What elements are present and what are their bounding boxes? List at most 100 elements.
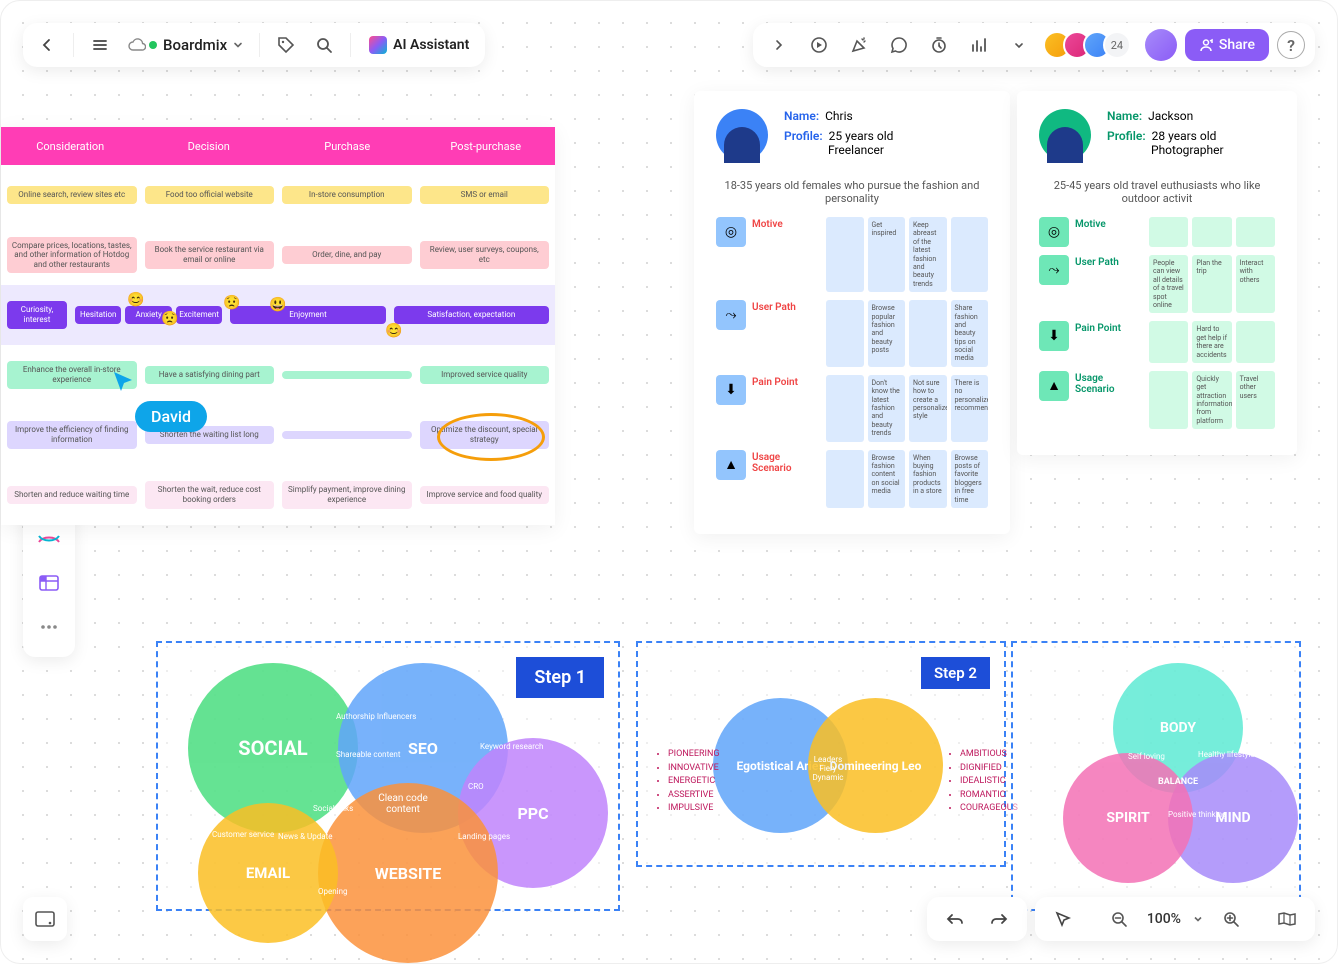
ai-logo-icon bbox=[369, 36, 387, 54]
persona-note[interactable] bbox=[951, 217, 989, 292]
persona-note[interactable]: Plan the trip bbox=[1192, 255, 1231, 313]
more-tools[interactable] bbox=[29, 607, 69, 647]
section-label: User Path bbox=[1075, 255, 1143, 313]
zoom-value[interactable]: 100% bbox=[1147, 911, 1181, 927]
layers-button[interactable] bbox=[23, 897, 67, 941]
tag-button[interactable] bbox=[270, 29, 302, 61]
journey-cell[interactable]: Order, dine, and pay bbox=[282, 246, 412, 264]
journey-cell[interactable] bbox=[282, 431, 412, 439]
journey-cell[interactable]: Enjoyment bbox=[230, 306, 385, 324]
venn-label: News & Update bbox=[278, 833, 332, 842]
persona-note[interactable]: Quickly get attraction information from … bbox=[1192, 371, 1231, 429]
timer-button[interactable] bbox=[923, 29, 955, 61]
journey-cell[interactable]: Compare prices, locations, tastes, and o… bbox=[7, 237, 137, 274]
chart-button[interactable] bbox=[963, 29, 995, 61]
journey-cell[interactable]: Shorten and reduce waiting time bbox=[7, 486, 137, 504]
section-icon: ▲ bbox=[716, 450, 746, 480]
persona-note[interactable]: Hard to get help if there are accidents bbox=[1192, 321, 1231, 363]
persona-note[interactable] bbox=[1236, 321, 1275, 363]
journey-cell[interactable]: Curiosity, interest bbox=[7, 301, 67, 328]
journey-cell[interactable]: Improved service quality bbox=[420, 366, 550, 384]
back-button[interactable] bbox=[31, 29, 63, 61]
persona-note[interactable]: Share fashion and beauty tips on social … bbox=[951, 300, 989, 367]
persona-note[interactable] bbox=[1192, 217, 1231, 247]
persona-note[interactable] bbox=[826, 300, 864, 367]
journey-cell[interactable]: Satisfaction, expectation bbox=[394, 306, 549, 324]
persona-note[interactable]: Travel other users bbox=[1236, 371, 1275, 429]
menu-button[interactable] bbox=[84, 29, 116, 61]
persona-note[interactable] bbox=[1149, 321, 1188, 363]
persona-note[interactable] bbox=[826, 450, 864, 508]
venn-circle[interactable]: EMAIL bbox=[198, 803, 338, 943]
journey-cell[interactable]: Food too official website bbox=[145, 186, 275, 204]
help-button[interactable]: ? bbox=[1277, 31, 1305, 59]
table-tool[interactable] bbox=[29, 563, 69, 603]
journey-cell[interactable] bbox=[282, 371, 412, 379]
persona-note[interactable]: Browse fashion content on social media bbox=[868, 450, 906, 508]
celebrate-button[interactable] bbox=[843, 29, 875, 61]
persona-description: 25-45 years old travel euthusiasts who l… bbox=[1039, 179, 1275, 205]
search-button[interactable] bbox=[308, 29, 340, 61]
venn-frame-1[interactable]: Step 1 SOCIAL SEO PPC WEBSITE EMAIL Clea… bbox=[156, 641, 620, 911]
zoom-out-button[interactable] bbox=[1103, 903, 1135, 935]
venn-label: Clean code content bbox=[373, 793, 433, 815]
journey-cell[interactable]: Review, user surveys, coupons, etc bbox=[420, 241, 550, 268]
venn-frame-3[interactable]: BODY MIND SPIRIT BALANCE Self loving Hea… bbox=[1011, 641, 1301, 911]
persona-note[interactable]: When buying fashion products in a store bbox=[909, 450, 947, 508]
pointer-tool[interactable] bbox=[1047, 903, 1079, 935]
journey-map[interactable]: Consideration Decision Purchase Post-pur… bbox=[1, 127, 555, 525]
persona-description: 18-35 years old females who pursue the f… bbox=[716, 179, 988, 205]
journey-cell[interactable]: In-store consumption bbox=[282, 186, 412, 204]
profile-avatar[interactable] bbox=[1145, 29, 1177, 61]
persona-note[interactable] bbox=[826, 217, 864, 292]
journey-cell[interactable]: SMS or email bbox=[420, 186, 550, 204]
persona-note[interactable]: Get inspired bbox=[868, 217, 906, 292]
collaborators[interactable]: 24 bbox=[1051, 31, 1131, 59]
more-tools-button[interactable] bbox=[1003, 29, 1035, 61]
persona-card[interactable]: Name:Jackson Profile:28 years old Photog… bbox=[1017, 91, 1297, 455]
persona-note[interactable]: Not sure how to create a personalized st… bbox=[909, 375, 947, 442]
persona-note[interactable]: Browse posts of favorite bloggers in fre… bbox=[951, 450, 989, 508]
chevron-right-button[interactable] bbox=[763, 29, 795, 61]
venn-list-item: ASSERTIVE bbox=[668, 789, 720, 803]
persona-note[interactable]: Keep abreast of the latest fashion and b… bbox=[909, 217, 947, 292]
chevron-down-icon bbox=[233, 40, 243, 50]
persona-note[interactable]: People can view all details of a travel … bbox=[1149, 255, 1188, 313]
field-label: Name: bbox=[1107, 109, 1142, 123]
persona-note[interactable] bbox=[826, 375, 864, 442]
venn-frame-2[interactable]: Step 2 Egotistical Aries Domineering Leo… bbox=[636, 641, 1006, 867]
minimap-button[interactable] bbox=[1271, 903, 1303, 935]
journey-header: Post-purchase bbox=[417, 127, 556, 165]
journey-cell[interactable]: Improve service and food quality bbox=[420, 486, 550, 504]
persona-note[interactable] bbox=[909, 300, 947, 367]
journey-cell[interactable]: Online search, review sites etc bbox=[7, 186, 137, 204]
ai-assistant-button[interactable]: AI Assistant bbox=[361, 29, 477, 61]
journey-cell[interactable]: Hesitation bbox=[75, 306, 121, 324]
journey-cell[interactable]: Shorten the wait, reduce cost booking or… bbox=[145, 481, 275, 508]
persona-note[interactable]: There is no personalized recommendation bbox=[951, 375, 989, 442]
journey-cell[interactable]: Book the service restaurant via email or… bbox=[145, 241, 275, 268]
journey-cell[interactable]: Optimize the discount, special strategy bbox=[420, 421, 550, 448]
section-icon: ◎ bbox=[1039, 217, 1069, 247]
present-button[interactable] bbox=[803, 29, 835, 61]
journey-cell[interactable]: Simplify payment, improve dining experie… bbox=[282, 481, 412, 508]
share-button[interactable]: Share bbox=[1185, 29, 1269, 61]
persona-note[interactable]: Don't know the latest fashion and beauty… bbox=[868, 375, 906, 442]
document-title[interactable]: Boardmix bbox=[122, 36, 249, 54]
zoom-in-button[interactable] bbox=[1215, 903, 1247, 935]
comment-button[interactable] bbox=[883, 29, 915, 61]
redo-button[interactable] bbox=[983, 903, 1015, 935]
journey-cell[interactable]: Excitement bbox=[176, 306, 222, 324]
chevron-down-icon[interactable] bbox=[1193, 914, 1203, 924]
highlighter-tool[interactable] bbox=[29, 519, 69, 559]
undo-button[interactable] bbox=[939, 903, 971, 935]
persona-note[interactable] bbox=[1149, 371, 1188, 429]
sync-status-icon bbox=[149, 41, 157, 49]
persona-note[interactable]: Browse popular fashion and beauty posts bbox=[868, 300, 906, 367]
persona-note[interactable] bbox=[1236, 217, 1275, 247]
venn-label: Opening bbox=[318, 888, 348, 897]
persona-avatar bbox=[1039, 109, 1091, 161]
persona-card[interactable]: Name:Chris Profile:25 years old Freelanc… bbox=[694, 91, 1010, 534]
persona-note[interactable] bbox=[1149, 217, 1188, 247]
persona-note[interactable]: Interact with others bbox=[1236, 255, 1275, 313]
